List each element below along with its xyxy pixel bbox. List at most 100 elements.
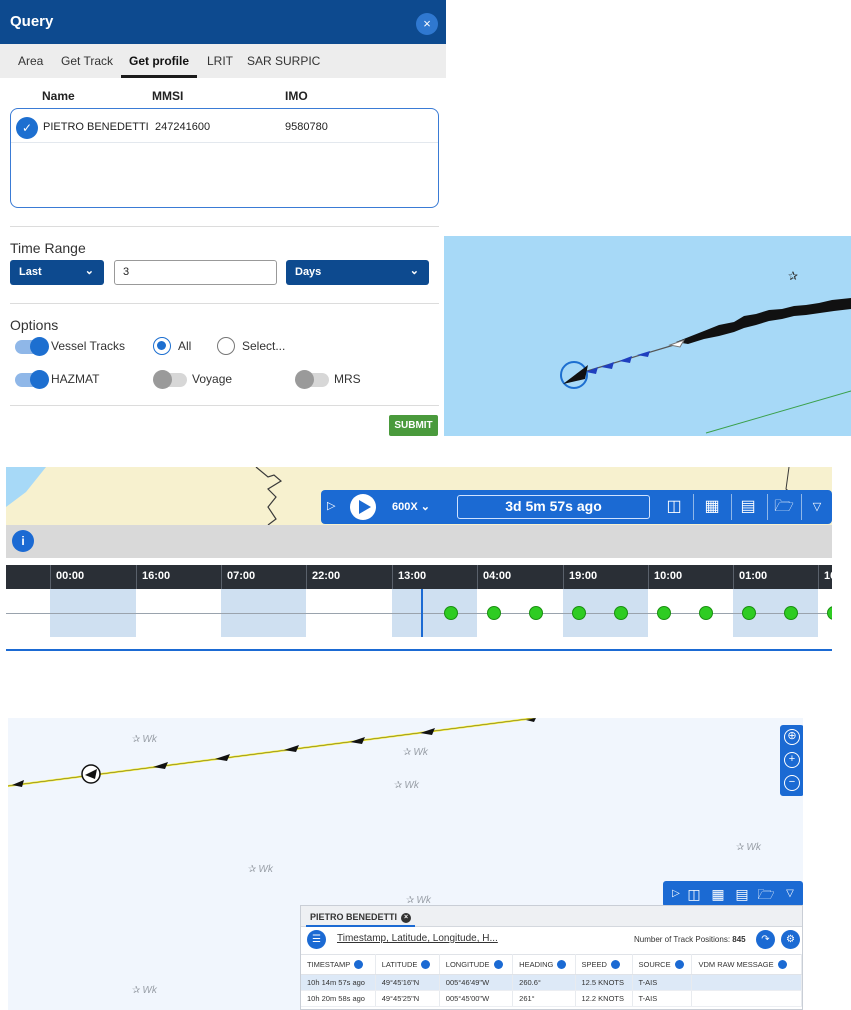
locate-icon[interactable]: ⊕ xyxy=(784,729,800,745)
tick-label: 16 xyxy=(824,570,832,582)
grid-icon[interactable]: ▦ xyxy=(707,883,729,905)
track-arrow xyxy=(619,356,632,363)
timeline-position-dot[interactable] xyxy=(486,606,501,620)
tab-sar-surpic[interactable]: SAR SURPIC xyxy=(247,54,320,68)
mrs-label: MRS xyxy=(334,372,361,386)
divider xyxy=(801,494,802,520)
radio-select[interactable] xyxy=(217,337,235,355)
timeline[interactable]: 00:00 16:00 07:00 22:00 13:00 04:00 19:0… xyxy=(6,565,832,649)
submit-button[interactable]: SUBMIT xyxy=(389,415,438,436)
tick-label: 04:00 xyxy=(483,570,512,582)
play-button[interactable] xyxy=(350,494,376,520)
chevron-down-icon: ⌄ xyxy=(409,265,419,277)
split-view-icon[interactable]: ◫ xyxy=(683,883,705,905)
list-icon[interactable]: ☰ xyxy=(307,930,326,949)
map-toolbar: ▷ ◫ ▦ ▤ 🗁 ▽ xyxy=(663,881,803,907)
column-header[interactable]: SOURCE xyxy=(632,954,693,975)
sort-icon xyxy=(610,960,620,970)
vessel-imo: 9580780 xyxy=(285,121,328,133)
expand-icon[interactable]: ▷ xyxy=(327,499,335,512)
column-header-mmsi: MMSI xyxy=(152,89,184,103)
track-table-panel: PIETRO BENEDETTI × ☰ Timestamp, Latitude,… xyxy=(300,905,803,1010)
column-search-input[interactable]: Timestamp, Latitude, Longitude, H... xyxy=(337,933,498,944)
close-icon[interactable]: × xyxy=(401,912,412,923)
options-label: Options xyxy=(10,317,59,333)
export-icon[interactable]: ↷ xyxy=(756,930,775,949)
column-header[interactable]: LONGITUDE xyxy=(439,954,514,975)
timeline-position-dot[interactable] xyxy=(571,606,586,620)
split-view-icon[interactable]: ◫ xyxy=(663,496,685,518)
tab-area[interactable]: Area xyxy=(18,54,43,68)
time-unit-select[interactable]: Days ⌄ xyxy=(286,260,429,285)
timeline-position-dot[interactable] xyxy=(444,606,458,620)
tick-label: 22:00 xyxy=(312,570,341,582)
wreck-marker: ✰ Wk xyxy=(736,842,761,853)
divider xyxy=(10,303,439,304)
info-icon[interactable]: i xyxy=(12,530,34,552)
sort-icon xyxy=(354,960,364,970)
table-row[interactable]: 10h 14m 57s ago 49°45'16"N 005°46'49"W 260… xyxy=(301,974,802,991)
divider xyxy=(731,494,732,520)
column-header-name: Name xyxy=(42,89,75,103)
tab-lrit[interactable]: LRIT xyxy=(207,54,233,68)
query-header: Query × xyxy=(0,0,446,44)
timeline-position-dot[interactable] xyxy=(529,606,543,620)
track-map-svg: ✰ xyxy=(560,269,851,434)
chevron-down-icon[interactable]: ▽ xyxy=(779,883,801,905)
query-title: Query xyxy=(10,13,54,30)
chevron-down-icon: ⌄ xyxy=(84,265,94,277)
vessel-tracks-toggle[interactable] xyxy=(15,337,49,356)
boundary-line xyxy=(705,390,851,434)
mrs-toggle[interactable] xyxy=(295,370,329,389)
timeline-position-dot[interactable] xyxy=(656,606,671,620)
sort-icon xyxy=(421,960,431,970)
track-dense-segment xyxy=(676,298,851,344)
divider xyxy=(693,494,694,520)
vessel-name: PIETRO BENEDETTI xyxy=(43,121,149,133)
column-header[interactable]: HEADING xyxy=(512,954,576,975)
time-mode-select[interactable]: Last ⌄ xyxy=(10,260,104,285)
vessel-mmsi: 247241600 xyxy=(155,121,211,133)
hazmat-label: HAZMAT xyxy=(51,372,100,386)
track-count: Number of Track Positions: 845 xyxy=(634,935,746,944)
grid-icon[interactable]: ▦ xyxy=(701,496,723,518)
map-detail-view[interactable]: ⊕ + − ✰ Wk ✰ Wk ✰ Wk ✰ Wk ✰ Wk ✰ Wk ✰ Wk ▷ ◫ ▦ … xyxy=(8,718,803,1010)
folder-icon[interactable]: 🗁 xyxy=(773,496,795,518)
voyage-toggle[interactable] xyxy=(153,370,187,389)
image-icon[interactable]: ▤ xyxy=(731,883,753,905)
tick-label: 16:00 xyxy=(142,570,171,582)
column-header[interactable]: VDM RAW MESSAGE xyxy=(691,954,802,975)
table-row[interactable]: 10h 20m 58s ago 49°45'25"N 005°45'00"W 261… xyxy=(301,990,802,1007)
elapsed-time-display: 3d 5m 57s ago xyxy=(457,495,650,519)
zoom-in-button[interactable]: + xyxy=(784,752,800,768)
column-header[interactable]: SPEED xyxy=(575,954,633,975)
zoom-out-button[interactable]: − xyxy=(784,775,800,791)
timeline-position-dot[interactable] xyxy=(741,606,756,620)
chevron-down-icon[interactable]: ▽ xyxy=(806,496,828,518)
column-header[interactable]: LATITUDE xyxy=(375,954,440,975)
time-mode-value: Last xyxy=(19,266,42,278)
tab-get-track[interactable]: Get Track xyxy=(61,54,113,68)
image-icon[interactable]: ▤ xyxy=(737,496,759,518)
check-icon[interactable]: ✓ xyxy=(16,117,38,139)
column-header[interactable]: TIMESTAMP xyxy=(301,954,376,975)
radio-all[interactable] xyxy=(153,337,171,355)
tick-label: 00:00 xyxy=(56,570,85,582)
folder-icon[interactable]: 🗁 xyxy=(755,883,777,905)
radio-all-label: All xyxy=(178,339,192,353)
hazmat-toggle[interactable] xyxy=(15,370,49,389)
tab-get-profile[interactable]: Get profile xyxy=(129,54,189,68)
time-amount-input[interactable]: 3 xyxy=(114,260,277,285)
map-track-view[interactable]: ✰ xyxy=(444,236,851,436)
gear-icon[interactable]: ⚙ xyxy=(781,930,800,949)
table-tab-row: PIETRO BENEDETTI × xyxy=(301,906,802,927)
timeline-position-dot[interactable] xyxy=(826,606,832,620)
close-icon[interactable]: × xyxy=(416,13,438,35)
timeline-cursor[interactable] xyxy=(421,589,423,637)
column-header-imo: IMO xyxy=(285,89,308,103)
speed-select[interactable]: 600X ⌄ xyxy=(392,500,430,513)
tab-vessel[interactable]: PIETRO BENEDETTI × xyxy=(306,909,416,927)
timeline-position-dot[interactable] xyxy=(614,606,628,620)
timeline-position-dot[interactable] xyxy=(784,606,798,620)
timeline-position-dot[interactable] xyxy=(699,606,713,620)
